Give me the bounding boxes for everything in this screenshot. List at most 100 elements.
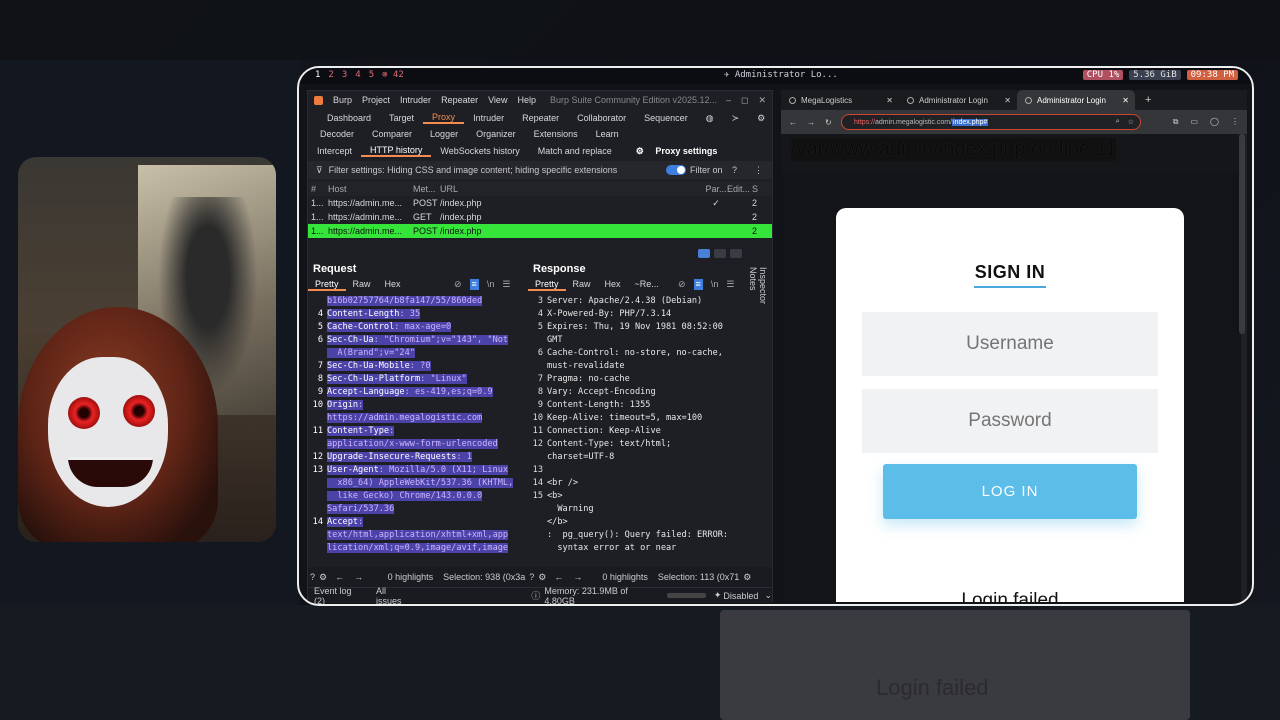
proxy-settings-button[interactable]: ⚙ Proxy settings bbox=[627, 146, 736, 157]
tab-logger[interactable]: Logger bbox=[421, 129, 467, 139]
hide-icon[interactable]: ⊘ bbox=[678, 279, 686, 290]
response-editor[interactable]: 3 Server: Apache/2.4.38 (Debian) 4 X-Powere… bbox=[528, 295, 750, 565]
table-row-selected[interactable]: 1... https://admin.me... POST /index.php… bbox=[308, 224, 772, 238]
tab-websockets-history[interactable]: WebSockets history bbox=[431, 146, 528, 156]
tab-decoder[interactable]: Decoder bbox=[311, 129, 363, 139]
settings-icon[interactable]: ⚙ bbox=[743, 572, 751, 583]
response-tab-raw[interactable]: Raw bbox=[566, 279, 598, 291]
inspector-tab[interactable]: Inspector bbox=[758, 267, 768, 304]
all-issues[interactable]: All issues bbox=[376, 586, 413, 605]
table-row[interactable]: 1... https://admin.me... POST /index.php… bbox=[308, 196, 772, 210]
browser-tab[interactable]: MegaLogistics ✕ bbox=[781, 90, 899, 110]
tab-http-history[interactable]: HTTP history bbox=[361, 145, 432, 157]
filter-toggle[interactable] bbox=[666, 165, 686, 175]
tab-proxy[interactable]: Proxy bbox=[423, 112, 465, 124]
chevron-down-icon[interactable]: ⌄ bbox=[764, 590, 772, 601]
menu-intruder[interactable]: Intruder bbox=[400, 95, 431, 105]
forward-icon[interactable]: → bbox=[807, 118, 815, 127]
layout-toggle[interactable] bbox=[698, 249, 742, 258]
terminal-icon[interactable]: ≻ bbox=[723, 113, 749, 124]
close-icon[interactable]: ✕ bbox=[1004, 96, 1011, 105]
globe-icon[interactable]: ◍ bbox=[697, 113, 723, 124]
maximize-icon[interactable]: ◻ bbox=[741, 95, 748, 106]
response-tab-hex[interactable]: Hex bbox=[598, 279, 628, 291]
tab-intruder[interactable]: Intruder bbox=[464, 113, 513, 123]
workspace-2[interactable]: 2 bbox=[328, 70, 333, 80]
back-arrow-icon[interactable]: ← bbox=[554, 572, 563, 582]
tab-extensions[interactable]: Extensions bbox=[525, 129, 587, 139]
help-icon[interactable]: ? bbox=[310, 572, 315, 582]
close-icon[interactable]: ✕ bbox=[886, 96, 893, 105]
settings-icon[interactable]: ⚙ bbox=[538, 572, 546, 583]
zoom-icon[interactable]: ⌕ bbox=[1116, 118, 1120, 126]
more-options-icon[interactable]: ⋮ bbox=[754, 165, 763, 176]
col-number[interactable]: # bbox=[308, 184, 328, 194]
browser-tab-active[interactable]: Administrator Login ✕ bbox=[1017, 90, 1135, 110]
gear-icon[interactable]: ⚙ bbox=[748, 113, 774, 124]
tab-comparer[interactable]: Comparer bbox=[363, 129, 421, 139]
star-icon[interactable]: ☆ bbox=[1128, 118, 1134, 126]
new-tab-icon[interactable]: + bbox=[1135, 90, 1151, 110]
request-editor[interactable]: b16b02757764/b8fa147/55/860ded 4 Content-L… bbox=[308, 295, 526, 565]
back-arrow-icon[interactable]: ← bbox=[335, 572, 344, 582]
menu-repeater[interactable]: Repeater bbox=[441, 95, 478, 105]
profile-icon[interactable]: ◯ bbox=[1210, 117, 1219, 127]
workspace-3[interactable]: 3 bbox=[342, 70, 347, 80]
search-input[interactable] bbox=[373, 572, 376, 582]
workspace-1[interactable]: 1 bbox=[315, 70, 320, 80]
newline-icon[interactable]: \n bbox=[711, 279, 719, 290]
col-host[interactable]: Host bbox=[328, 184, 413, 194]
settings-icon[interactable]: ⚙ bbox=[319, 572, 327, 583]
menu-icon[interactable]: ☰ bbox=[502, 279, 510, 290]
ai-status[interactable]: Disabled bbox=[723, 591, 758, 601]
tab-target[interactable]: Target bbox=[380, 113, 423, 123]
col-status[interactable]: S bbox=[752, 184, 762, 194]
tab-intercept[interactable]: Intercept bbox=[308, 146, 361, 156]
request-tab-pretty[interactable]: Pretty bbox=[308, 279, 346, 291]
tab-organizer[interactable]: Organizer bbox=[467, 129, 525, 139]
address-bar[interactable]: https:// admin.megalogistic.com/ index.p… bbox=[841, 114, 1141, 130]
filter-settings-text[interactable]: Filter settings: Hiding CSS and image co… bbox=[329, 165, 618, 175]
response-tab-render[interactable]: ~Re... bbox=[628, 279, 666, 291]
layout-tabs-icon[interactable] bbox=[730, 249, 742, 258]
extensions-icon[interactable]: ⧉ bbox=[1173, 117, 1179, 127]
username-field[interactable] bbox=[862, 312, 1158, 376]
workspace-4[interactable]: 4 bbox=[355, 70, 360, 80]
close-icon[interactable]: ✕ bbox=[1122, 96, 1129, 105]
col-url[interactable]: URL bbox=[440, 184, 705, 194]
layout-stacked-icon[interactable] bbox=[714, 249, 726, 258]
password-field[interactable] bbox=[862, 389, 1158, 453]
filter-bar[interactable]: ⊽ Filter settings: Hiding CSS and image … bbox=[308, 161, 772, 179]
workspace-5[interactable]: 5 bbox=[369, 70, 374, 80]
wrap-icon[interactable]: ≡ bbox=[469, 279, 479, 290]
response-tab-pretty[interactable]: Pretty bbox=[528, 279, 566, 291]
forward-arrow-icon[interactable]: → bbox=[573, 572, 582, 582]
help-icon[interactable]: ? bbox=[529, 572, 534, 582]
menu-help[interactable]: Help bbox=[517, 95, 536, 105]
tab-match-and-replace[interactable]: Match and replace bbox=[529, 146, 621, 156]
tab-collaborator[interactable]: Collaborator bbox=[568, 113, 635, 123]
menu-icon[interactable]: ☰ bbox=[726, 279, 734, 290]
menu-project[interactable]: Project bbox=[362, 95, 390, 105]
newline-icon[interactable]: \n bbox=[487, 279, 495, 290]
page-scrollbar[interactable] bbox=[1239, 134, 1245, 334]
menu-view[interactable]: View bbox=[488, 95, 507, 105]
hide-icon[interactable]: ⊘ bbox=[454, 279, 462, 290]
table-row[interactable]: 1... https://admin.me... GET /index.php … bbox=[308, 210, 772, 224]
reload-icon[interactable]: ↻ bbox=[825, 118, 832, 127]
tab-repeater[interactable]: Repeater bbox=[513, 113, 568, 123]
tab-learn[interactable]: Learn bbox=[587, 129, 628, 139]
col-params[interactable]: Par... bbox=[705, 184, 727, 194]
col-edited[interactable]: Edit... bbox=[727, 184, 752, 194]
browser-tab[interactable]: Administrator Login ✕ bbox=[899, 90, 1017, 110]
minimize-icon[interactable]: – bbox=[726, 95, 731, 106]
wrap-icon[interactable]: ≡ bbox=[693, 279, 703, 290]
notes-tab[interactable]: Notes bbox=[748, 267, 758, 304]
event-log[interactable]: Event log (2) bbox=[314, 586, 364, 605]
menu-icon[interactable]: ⋮ bbox=[1231, 117, 1239, 127]
tab-sequencer[interactable]: Sequencer bbox=[635, 113, 697, 123]
request-tab-hex[interactable]: Hex bbox=[378, 279, 408, 291]
request-tab-raw[interactable]: Raw bbox=[346, 279, 378, 291]
back-icon[interactable]: ← bbox=[789, 118, 797, 127]
layout-side-by-side-icon[interactable] bbox=[698, 249, 710, 258]
